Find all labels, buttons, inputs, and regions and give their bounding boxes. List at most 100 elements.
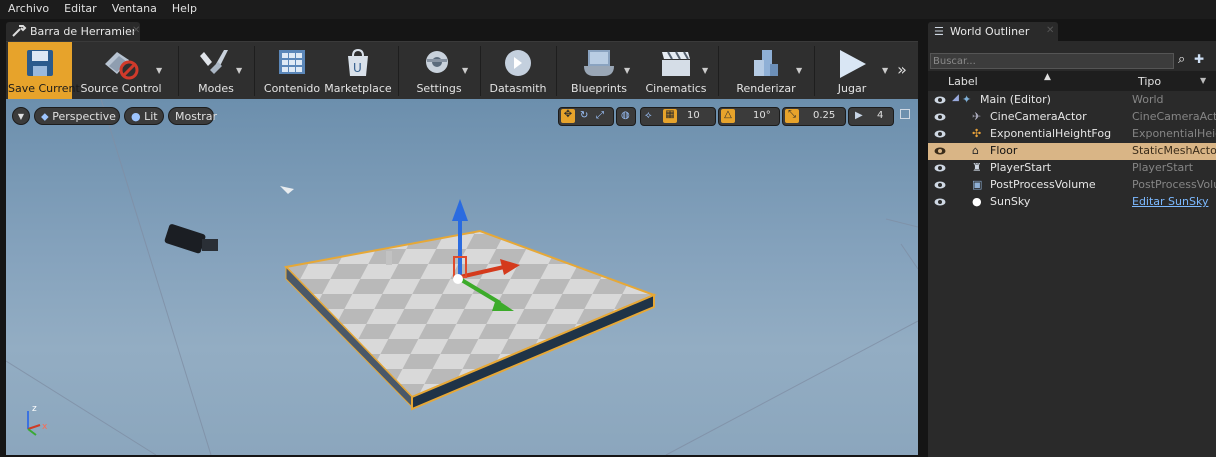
chevron-down-icon[interactable]: ▼ (624, 66, 630, 75)
menu-editar[interactable]: Editar (56, 0, 104, 15)
post-process-icon: ▣ (972, 178, 983, 191)
chevron-down-icon[interactable]: ▼ (702, 66, 708, 75)
static-mesh-icon: ⌂ (972, 144, 979, 157)
outliner-row-label: CineCameraActor (990, 110, 1087, 123)
menu-bar: Archivo Editar Ventana Help (0, 0, 1216, 19)
world-outliner-title: World Outliner (950, 25, 1030, 38)
jugar-button[interactable]: ▼ Jugar (820, 42, 888, 99)
scale-snap-value[interactable]: 0.25 (813, 110, 835, 121)
renderizar-button[interactable]: ▼ Renderizar (724, 42, 808, 99)
rotation-snap-icon[interactable]: △ (721, 109, 735, 123)
outliner-row[interactable]: ● SunSky Editar SunSky (928, 194, 1216, 211)
visibility-eye-icon[interactable] (934, 146, 946, 159)
wrench-icon (11, 24, 27, 41)
expand-arrow-icon[interactable]: ◢ (952, 93, 959, 103)
svg-text:z: z (32, 404, 37, 414)
chevron-down-icon[interactable]: ▼ (236, 66, 242, 75)
save-icon (25, 48, 55, 81)
lit-button[interactable]: ● Lit (124, 107, 164, 125)
visibility-eye-icon[interactable] (934, 180, 946, 193)
cinematics-button[interactable]: ▼ Cinematics (638, 42, 714, 99)
type-column-header[interactable]: Tipo (1138, 75, 1161, 88)
outliner-row-type: PlayerStart (1132, 161, 1194, 174)
outliner-search-input[interactable] (931, 54, 1175, 68)
toolbar-overflow-button[interactable]: » (890, 42, 914, 99)
outliner-row-label: ExponentialHeightFog (990, 127, 1112, 140)
svg-text:U: U (353, 61, 362, 75)
camera-actor-icon: ✈ (972, 110, 982, 123)
outliner-row-selected[interactable]: ⌂ Floor StaticMeshActor (928, 143, 1216, 160)
height-fog-icon: ✣ (972, 127, 982, 140)
grid-snap-value[interactable]: 10 (687, 110, 700, 121)
toolbar-tab[interactable]: Barra de Herramientas ✕ (6, 22, 140, 41)
label-column-header[interactable]: Label (948, 75, 978, 88)
visibility-eye-icon[interactable] (934, 112, 946, 125)
outliner-row[interactable]: ✈ CineCameraActor CineCameraActor (928, 109, 1216, 126)
toolbar: Save Current ▼ Source Control ▼ Modes Co… (6, 41, 918, 99)
contenido-label: Contenido (263, 82, 321, 95)
outliner-row-type: World (1132, 93, 1164, 106)
world-outliner-tab[interactable]: ☰ World Outliner ✕ (928, 22, 1058, 41)
maximize-viewport-icon[interactable] (900, 109, 910, 119)
rotate-mode-icon[interactable]: ↻ (580, 110, 588, 121)
close-icon[interactable]: ✕ (1046, 25, 1054, 36)
marketplace-button[interactable]: U Marketplace (324, 42, 392, 99)
scale-mode-icon[interactable]: ⤢ (596, 110, 604, 121)
modes-button[interactable]: ▼ Modes (184, 42, 248, 99)
lit-label: Lit (144, 110, 158, 123)
edit-sunsky-link[interactable]: Editar SunSky (1132, 195, 1216, 208)
visibility-eye-icon[interactable] (934, 163, 946, 176)
search-icon[interactable]: ⌕ (1178, 52, 1185, 67)
viewport-scene: z x (6, 99, 918, 455)
toolbar-divider (178, 46, 179, 96)
outliner-row-type: PostProcessVolume (1132, 178, 1216, 191)
perspective-label: Perspective (52, 110, 116, 123)
visibility-eye-icon[interactable] (934, 95, 946, 108)
cine-camera-actor (164, 224, 218, 254)
coordinate-system-button[interactable]: ◍ (616, 107, 636, 126)
settings-button[interactable]: ▼ Settings (404, 42, 474, 99)
contenido-button[interactable]: Contenido (260, 42, 324, 99)
close-icon[interactable]: ✕ (132, 25, 140, 36)
viewport-options-button[interactable]: ▼ (12, 107, 30, 125)
add-folder-icon[interactable]: ✚ (1194, 52, 1204, 66)
camera-speed-group[interactable]: ▶ 4 (848, 107, 894, 126)
double-chevron-right-icon: » (897, 60, 907, 79)
source-control-button[interactable]: ▼ Source Control (76, 42, 166, 99)
mostrar-button[interactable]: Mostrar (168, 107, 218, 125)
translate-mode-icon[interactable]: ✥ (561, 109, 575, 123)
chevron-down-icon[interactable]: ▼ (1200, 76, 1206, 85)
toolbar-divider (398, 46, 399, 96)
marketplace-icon: U (345, 48, 371, 81)
chevron-down-icon[interactable]: ▼ (796, 66, 802, 75)
menu-help[interactable]: Help (164, 0, 204, 15)
level-viewport[interactable]: z x ▼ ⬥ Perspective ● Lit Mostrar ✥ ↻ ⤢ … (6, 99, 918, 455)
outliner-row[interactable]: ◢ ✦ Main (Editor) World (928, 92, 1216, 109)
outliner-row[interactable]: ✣ ExponentialHeightFog ExponentialHeight… (928, 126, 1216, 143)
datasmith-button[interactable]: Datasmith (486, 42, 550, 99)
globe-icon: ◍ (621, 110, 630, 121)
perspective-button[interactable]: ⬥ Perspective (34, 107, 120, 125)
chevron-down-icon[interactable]: ▼ (462, 66, 468, 75)
player-start-icon: ♜ (972, 161, 982, 174)
outliner-row[interactable]: ♜ PlayerStart PlayerStart (928, 160, 1216, 177)
blueprints-button[interactable]: ▼ Blueprints (562, 42, 636, 99)
cinematics-label: Cinematics (645, 82, 707, 95)
chevron-down-icon[interactable]: ▼ (156, 66, 162, 75)
menu-archivo[interactable]: Archivo (0, 0, 56, 15)
settings-label: Settings (416, 82, 462, 95)
mostrar-label: Mostrar (175, 110, 218, 123)
save-current-button[interactable]: Save Current (8, 42, 80, 99)
rotation-snap-value[interactable]: 10° (753, 110, 771, 121)
grid-snap-icon[interactable]: ▦ (663, 109, 677, 123)
outliner-row[interactable]: ▣ PostProcessVolume PostProcessVolume (928, 177, 1216, 194)
scale-snap-icon[interactable]: ⤡ (785, 109, 799, 123)
menu-ventana[interactable]: Ventana (104, 0, 164, 15)
chevron-down-icon[interactable]: ▼ (882, 66, 888, 75)
axis-indicator: z x (27, 404, 48, 436)
outliner-row-type: CineCameraActor (1132, 110, 1216, 123)
visibility-eye-icon[interactable] (934, 129, 946, 142)
surface-snap-icon[interactable]: ⟡ (645, 110, 652, 121)
visibility-eye-icon[interactable] (934, 197, 946, 210)
toolbar-tab-title: Barra de Herramientas (30, 25, 134, 38)
